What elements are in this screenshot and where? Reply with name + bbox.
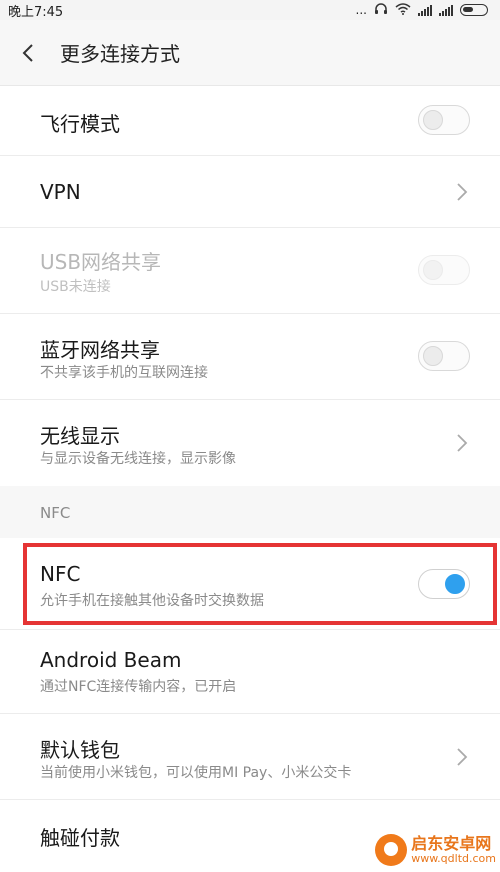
setting-row-airplane-mode[interactable]: 飞行模式 bbox=[0, 86, 500, 156]
row-title: VPN bbox=[40, 180, 81, 204]
page-title: 更多连接方式 bbox=[60, 42, 180, 66]
section-header-label: NFC bbox=[40, 504, 71, 522]
setting-row-nfc[interactable]: NFC 允许手机在接触其他设备时交换数据 bbox=[0, 538, 500, 630]
toggle-knob bbox=[445, 574, 465, 594]
chevron-right-icon bbox=[457, 183, 468, 201]
chevron-right-icon bbox=[457, 434, 468, 452]
status-bar: 晚上7:45 ... bbox=[0, 0, 500, 20]
watermark-text: 启东安卓网 www.qdltd.com bbox=[411, 835, 496, 865]
back-icon[interactable] bbox=[22, 43, 42, 63]
airplane-mode-toggle[interactable] bbox=[418, 105, 470, 135]
section-header-nfc: NFC bbox=[0, 486, 500, 538]
status-icons: ... bbox=[356, 2, 488, 18]
row-subtitle: 不共享该手机的互联网连接 bbox=[40, 365, 208, 381]
row-subtitle: 与显示设备无线连接，显示影像 bbox=[40, 451, 236, 467]
app-header: 更多连接方式 bbox=[0, 20, 500, 86]
row-title: USB网络共享 bbox=[40, 250, 162, 274]
row-title: 飞行模式 bbox=[40, 112, 120, 136]
chevron-right-icon bbox=[457, 748, 468, 766]
setting-row-bluetooth-tethering[interactable]: 蓝牙网络共享 不共享该手机的互联网连接 bbox=[0, 314, 500, 400]
watermark-url: www.qdltd.com bbox=[411, 851, 496, 865]
battery-icon bbox=[460, 4, 488, 16]
setting-row-default-wallet[interactable]: 默认钱包 当前使用小米钱包，可以使用MI Pay、小米公交卡 bbox=[0, 714, 500, 800]
wifi-icon bbox=[395, 2, 411, 18]
row-title: 默认钱包 bbox=[40, 738, 120, 762]
row-subtitle: 当前使用小米钱包，可以使用MI Pay、小米公交卡 bbox=[40, 765, 352, 781]
bluetooth-tethering-toggle[interactable] bbox=[418, 341, 470, 371]
row-subtitle: 通过NFC连接传输内容，已开启 bbox=[40, 679, 237, 695]
setting-row-usb-tethering: USB网络共享 USB未连接 bbox=[0, 228, 500, 314]
row-subtitle: USB未连接 bbox=[40, 279, 111, 295]
toggle-knob bbox=[423, 346, 443, 366]
usb-tethering-toggle bbox=[418, 255, 470, 285]
headphones-icon bbox=[374, 2, 388, 18]
setting-row-vpn[interactable]: VPN bbox=[0, 156, 500, 228]
nfc-toggle[interactable] bbox=[418, 569, 470, 599]
toggle-knob bbox=[423, 260, 443, 280]
watermark: 启东安卓网 www.qdltd.com bbox=[375, 834, 496, 866]
setting-row-wireless-display[interactable]: 无线显示 与显示设备无线连接，显示影像 bbox=[0, 400, 500, 486]
signal-1-icon bbox=[418, 4, 432, 16]
status-time: 晚上7:45 bbox=[8, 4, 64, 20]
setting-row-android-beam[interactable]: Android Beam 通过NFC连接传输内容，已开启 bbox=[0, 630, 500, 714]
row-title: NFC bbox=[40, 562, 81, 586]
watermark-logo-icon bbox=[375, 834, 408, 866]
row-title: 无线显示 bbox=[40, 424, 120, 448]
row-title: 触碰付款 bbox=[40, 826, 120, 850]
row-subtitle: 允许手机在接触其他设备时交换数据 bbox=[40, 593, 264, 609]
signal-2-icon bbox=[439, 4, 453, 16]
watermark-title: 启东安卓网 bbox=[411, 834, 492, 854]
row-title: Android Beam bbox=[40, 648, 182, 672]
row-title: 蓝牙网络共享 bbox=[40, 338, 160, 362]
toggle-knob bbox=[423, 110, 443, 130]
more-dots-icon: ... bbox=[355, 3, 367, 17]
